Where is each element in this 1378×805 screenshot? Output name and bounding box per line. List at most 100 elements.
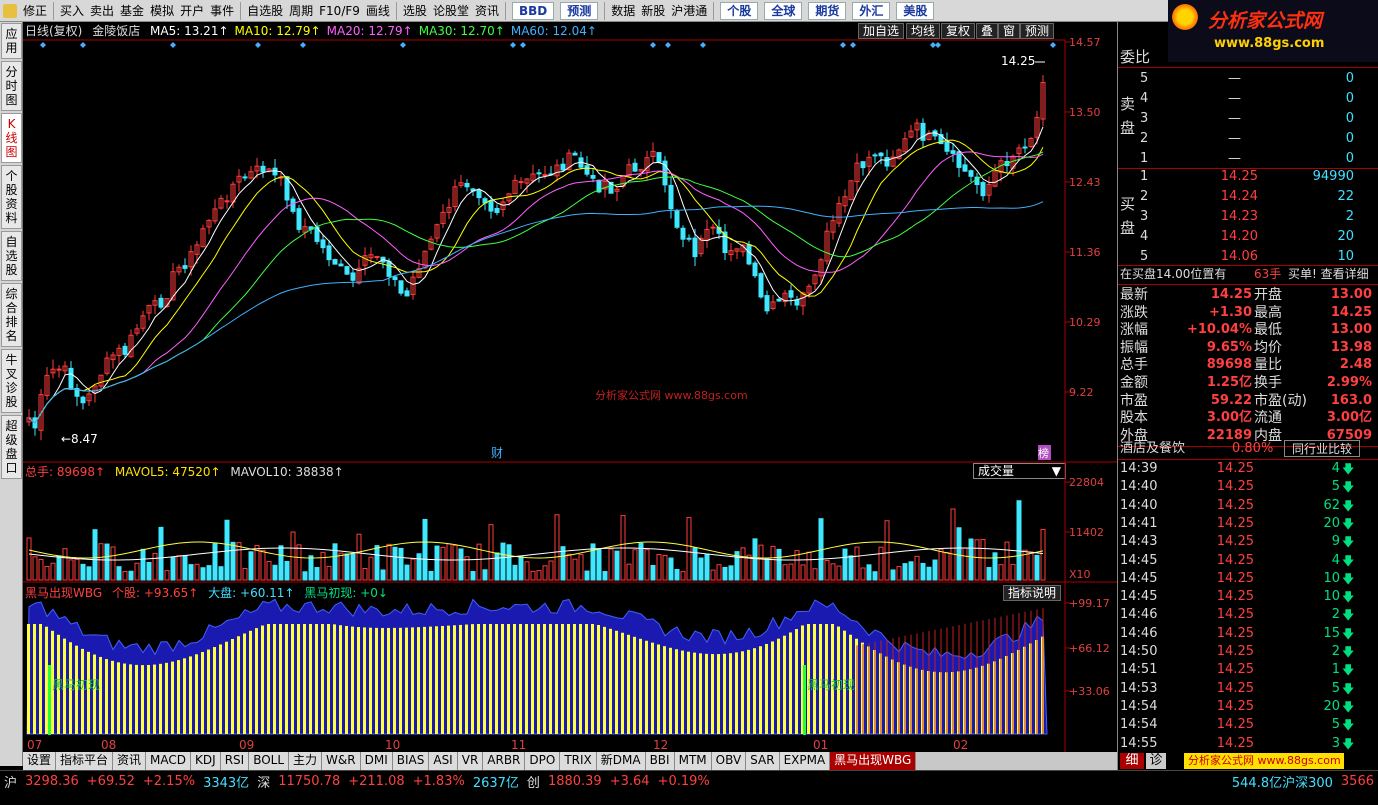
vtab-item[interactable]: 牛叉诊股 (1, 349, 22, 413)
tick-volume: 9 (1331, 534, 1340, 550)
indicator-bar (105, 659, 108, 734)
toolbar-button[interactable]: 修正 (20, 1, 50, 21)
indicator-tab[interactable]: DMI (360, 752, 393, 770)
vtab-item[interactable]: 个股资料 (1, 165, 22, 229)
sell-price: — (1228, 151, 1241, 166)
indicator-tab[interactable]: MACD (146, 752, 192, 770)
volume-bar (326, 565, 332, 581)
toolbar-button[interactable]: 卖出 (87, 1, 117, 21)
toolbar-button[interactable]: 买入 (57, 1, 87, 21)
toolbar-button[interactable]: 开户 (177, 1, 207, 21)
tab-diagnose[interactable]: 诊 (1146, 753, 1166, 769)
tick-volume: 5 (1331, 479, 1340, 495)
tab-detail[interactable]: 细 (1120, 753, 1144, 769)
vtab-item[interactable]: 应用 (1, 23, 22, 59)
tick-price: 14.25 (1216, 497, 1254, 513)
indicator-tab[interactable]: DPO (525, 752, 561, 770)
buy-info-link[interactable]: 买单! 查看详细 (1288, 265, 1378, 283)
price-axis-label: 12.43 (1069, 176, 1101, 189)
volume-bar (848, 555, 854, 581)
volume-bar (902, 563, 908, 581)
vtab-item[interactable]: 超级盘口 (1, 415, 22, 479)
toolbar-button[interactable]: 画线 (363, 1, 393, 21)
toolbar-button[interactable]: 外汇 (852, 1, 891, 20)
indicator-tab[interactable]: ARBR (483, 752, 526, 770)
indicator-tab[interactable]: VR (457, 752, 484, 770)
toolbar-button[interactable]: 个股 (720, 1, 759, 20)
volume-bar (248, 551, 254, 581)
industry-compare-button[interactable]: 同行业比较 (1284, 440, 1360, 457)
toolbar-button[interactable]: 期货 (808, 1, 847, 20)
candle-body (182, 265, 188, 269)
toolbar-button[interactable]: 模拟 (147, 1, 177, 21)
toolbar-button[interactable]: 论股堂 (430, 1, 472, 21)
toolbar-button[interactable]: 预测 (560, 1, 599, 20)
indicator-bar (87, 651, 90, 734)
indicator-bar (483, 624, 486, 734)
indicator-tab[interactable]: ASI (429, 752, 458, 770)
indicator-bar (657, 644, 660, 734)
toolbar-button[interactable]: 自选股 (244, 1, 286, 21)
toolbar-button[interactable]: 美股 (896, 1, 935, 20)
volume-bar (842, 548, 848, 581)
vtab-item[interactable]: K线图 (1, 113, 22, 163)
indicator-bar (699, 653, 702, 734)
volume-bar (740, 547, 746, 581)
toolbar-button[interactable]: 新股 (638, 1, 668, 21)
indicator-tab[interactable]: BIAS (392, 752, 430, 770)
toolbar-button[interactable]: 全球 (764, 1, 803, 20)
toolbar-button[interactable]: 基金 (117, 1, 147, 21)
indicator-tab[interactable]: 指标平台 (56, 752, 114, 770)
indicator-tab[interactable]: BBI (645, 752, 675, 770)
toolbar-button[interactable]: 沪港通 (668, 1, 710, 21)
stat-label: 流通 (1254, 410, 1282, 427)
volume-bar (452, 544, 458, 581)
volume-bar (170, 556, 176, 581)
toolbar-button[interactable]: 周期 (286, 1, 316, 21)
indicator-bar (543, 624, 546, 734)
volume-bar (368, 556, 374, 581)
chart-canvas[interactable]: 14.25 ←8.47 财 榜 分析家公式网 www.88gs.com 黑马初现 黑马初现 0… (23, 22, 1117, 752)
indicator-tab[interactable]: W&R (322, 752, 361, 770)
toolbar-button[interactable]: 事件 (207, 1, 237, 21)
toolbar-button[interactable]: 选股 (400, 1, 430, 21)
indicator-bar (621, 632, 624, 734)
price-axis-label: 9.22 (1069, 386, 1094, 399)
volume-bar (26, 537, 32, 581)
indicator-tab[interactable]: SAR (746, 752, 780, 770)
toolbar-button[interactable]: F10/F9 (316, 1, 363, 21)
indicator-tab[interactable]: 黑马出现WBG (830, 752, 917, 770)
stat-label: 均价 (1254, 339, 1282, 356)
indicator-tab[interactable]: OBV (711, 752, 747, 770)
indicator-tab[interactable]: 主力 (289, 752, 323, 770)
indicator-bar (339, 625, 342, 734)
indicator-tab[interactable]: RSI (220, 752, 250, 770)
volume-bar (182, 555, 188, 581)
indicator-tab[interactable]: 新DMA (596, 752, 646, 770)
volume-bar (1040, 528, 1046, 581)
tick-time: 14:45 (1120, 589, 1158, 605)
nav-arrow-icon[interactable] (3, 3, 17, 18)
volume-bar (290, 531, 296, 581)
indicator-tab[interactable]: KDJ (191, 752, 221, 770)
indicator-bar (681, 650, 684, 734)
tick-price: 14.25 (1216, 552, 1254, 568)
stat-label: 市盈 (1120, 392, 1148, 409)
indicator-tab[interactable]: MTM (674, 752, 712, 770)
volume-bar (146, 561, 152, 581)
indicator-tab[interactable]: BOLL (249, 752, 290, 770)
indicator-tab[interactable]: 设置 (23, 752, 57, 770)
tick-price: 14.25 (1216, 625, 1254, 641)
toolbar-button[interactable]: 资讯 (472, 1, 502, 21)
indicator-tab[interactable]: 资讯 (113, 752, 147, 770)
tick-price: 14.25 (1216, 570, 1254, 586)
vtab-item[interactable]: 分时图 (1, 61, 22, 111)
vtab-item[interactable]: 综合排名 (1, 283, 22, 347)
vtab-item[interactable]: 自选股 (1, 231, 22, 281)
indicator-tab[interactable]: EXPMA (779, 752, 831, 770)
indicator-bar (249, 630, 252, 734)
volume-bar (320, 551, 326, 581)
indicator-tab[interactable]: TRIX (560, 752, 597, 770)
toolbar-button[interactable]: BBD (511, 1, 555, 20)
toolbar-button[interactable]: 数据 (608, 1, 638, 21)
